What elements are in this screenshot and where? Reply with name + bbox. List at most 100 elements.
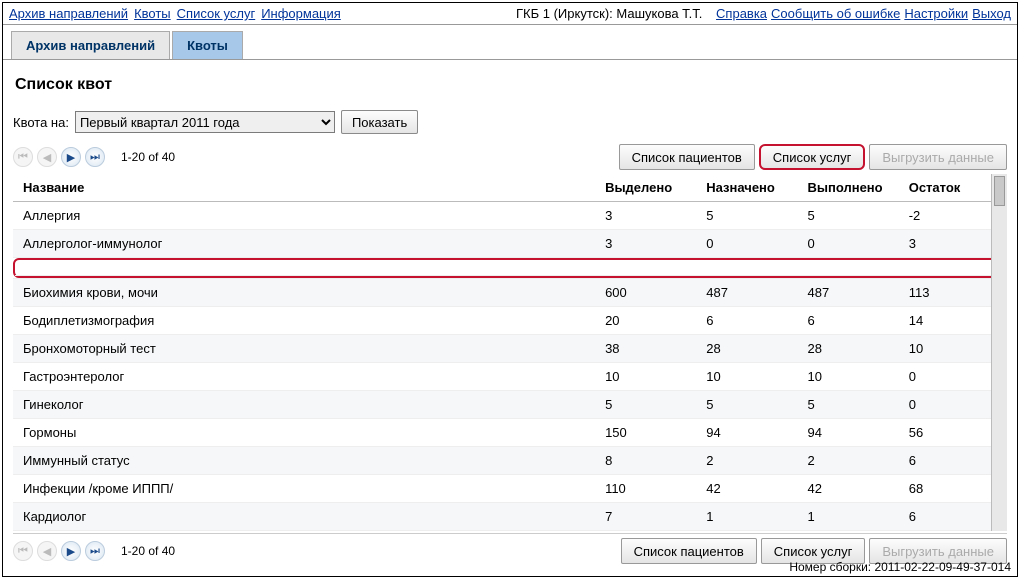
col-assigned[interactable]: Назначено	[696, 174, 797, 202]
cell: 6	[899, 503, 1000, 531]
cell: 10	[696, 363, 797, 391]
table-row[interactable]: Аллергия355-2	[13, 202, 1000, 230]
patients-button[interactable]: Список пациентов	[619, 144, 755, 170]
table-row[interactable]: Кардиолог7116	[13, 503, 1000, 531]
top-link[interactable]: Выход	[972, 6, 1011, 21]
cell: 14	[899, 307, 1000, 335]
cell: 1	[798, 503, 899, 531]
cell: 0	[899, 363, 1000, 391]
cell[interactable]: 2	[897, 260, 998, 276]
cell: 487	[798, 279, 899, 307]
cell: 5	[696, 202, 797, 230]
cell: 10	[899, 335, 1000, 363]
cell: Кардиолог	[13, 503, 595, 531]
cell: 150	[595, 419, 696, 447]
export-button: Выгрузить данные	[869, 144, 1007, 170]
top-link[interactable]: Сообщить об ошибке	[771, 6, 900, 21]
filter-label: Квота на:	[13, 115, 69, 130]
top-link[interactable]: Справка	[716, 6, 767, 21]
pager-info: 1-20 of 40	[121, 544, 175, 558]
period-select[interactable]: Первый квартал 2011 года	[75, 111, 335, 133]
next-page-icon[interactable]: ▶	[61, 541, 81, 561]
next-page-icon[interactable]: ▶	[61, 147, 81, 167]
table-row[interactable]: Инфекции /кроме ИППП/110424268	[13, 475, 1000, 503]
cell: 0	[798, 230, 899, 258]
col-name[interactable]: Название	[13, 174, 595, 202]
cell[interactable]: 1	[696, 260, 797, 276]
cell: Гинеколог	[13, 391, 595, 419]
table-row[interactable]: Биохимия крови, мочи600487487113	[13, 279, 1000, 307]
pager-info: 1-20 of 40	[121, 150, 175, 164]
prev-page-icon[interactable]: ◀	[37, 147, 57, 167]
table-row[interactable]: Гинеколог5550	[13, 391, 1000, 419]
table-row[interactable]: Иммунный статус8226	[13, 447, 1000, 475]
top-bar: Архив направлений Квоты Список услуг Информ…	[3, 3, 1017, 25]
context-label: ГКБ 1 (Иркутск): Машукова Т.Т.	[516, 6, 702, 21]
cell: 487	[696, 279, 797, 307]
prev-page-icon[interactable]: ◀	[37, 541, 57, 561]
first-page-icon[interactable]: ⏮	[13, 147, 33, 167]
services-button[interactable]: Список услуг	[759, 144, 866, 170]
scrollbar-thumb[interactable]	[994, 176, 1005, 206]
pager-top: ⏮ ◀ ▶ ⏭ 1-20 of 40	[13, 147, 175, 167]
last-page-icon[interactable]: ⏭	[85, 541, 105, 561]
table-row[interactable]: Бодиплетизмография206614	[13, 307, 1000, 335]
tab[interactable]: Архив направлений	[11, 31, 170, 59]
cell: 600	[595, 279, 696, 307]
top-link[interactable]: Информация	[261, 6, 341, 21]
cell: Гормоны	[13, 419, 595, 447]
cell: 1	[696, 503, 797, 531]
cell: 2	[696, 447, 797, 475]
cell: 2	[798, 447, 899, 475]
cell[interactable]: 1	[796, 260, 897, 276]
cell: 68	[899, 475, 1000, 503]
top-link[interactable]: Настройки	[904, 6, 968, 21]
cell: Аллерголог-иммунолог	[13, 230, 595, 258]
col-allocated[interactable]: Выделено	[595, 174, 696, 202]
cell: Биохимия крови, мочи	[13, 279, 595, 307]
cell: 10	[595, 363, 696, 391]
scrollbar[interactable]	[991, 174, 1007, 531]
cell: 10	[798, 363, 899, 391]
table-row-selected[interactable]: Ангиохирург3112	[13, 258, 1000, 279]
cell: 5	[696, 391, 797, 419]
cell: 94	[696, 419, 797, 447]
cell: 3	[899, 230, 1000, 258]
cell: 110	[595, 475, 696, 503]
col-rest[interactable]: Остаток	[899, 174, 1000, 202]
cell: 7	[595, 503, 696, 531]
show-button[interactable]: Показать	[341, 110, 418, 134]
col-done[interactable]: Выполнено	[798, 174, 899, 202]
top-link[interactable]: Архив направлений	[9, 6, 128, 21]
cell: Иммунный статус	[13, 447, 595, 475]
cell: Гастроэнтеролог	[13, 363, 595, 391]
cell: 56	[899, 419, 1000, 447]
table-row[interactable]: Аллерголог-иммунолог3003	[13, 230, 1000, 258]
last-page-icon[interactable]: ⏭	[85, 147, 105, 167]
first-page-icon[interactable]: ⏮	[13, 541, 33, 561]
cell: 94	[798, 419, 899, 447]
tab-strip: Архив направленийКвоты	[3, 25, 1017, 60]
cell: 20	[595, 307, 696, 335]
page-title: Список квот	[15, 76, 1007, 94]
patients-button[interactable]: Список пациентов	[621, 538, 757, 564]
cell[interactable]: Ангиохирург	[15, 260, 595, 276]
pager-bottom: ⏮ ◀ ▶ ⏭ 1-20 of 40	[13, 541, 175, 561]
tab[interactable]: Квоты	[172, 31, 243, 59]
table-row[interactable]: Бронхомоторный тест38282810	[13, 335, 1000, 363]
table-row[interactable]: Гастроэнтеролог1010100	[13, 363, 1000, 391]
cell: 38	[595, 335, 696, 363]
cell: 42	[798, 475, 899, 503]
top-link[interactable]: Список услуг	[177, 6, 256, 21]
cell: Аллергия	[13, 202, 595, 230]
cell: 0	[696, 230, 797, 258]
cell: 5	[595, 391, 696, 419]
cell[interactable]: 3	[595, 260, 696, 276]
cell: 113	[899, 279, 1000, 307]
cell: 5	[798, 391, 899, 419]
cell: 28	[798, 335, 899, 363]
cell: 3	[595, 202, 696, 230]
cell: -2	[899, 202, 1000, 230]
top-link[interactable]: Квоты	[134, 6, 171, 21]
table-row[interactable]: Гормоны150949456	[13, 419, 1000, 447]
